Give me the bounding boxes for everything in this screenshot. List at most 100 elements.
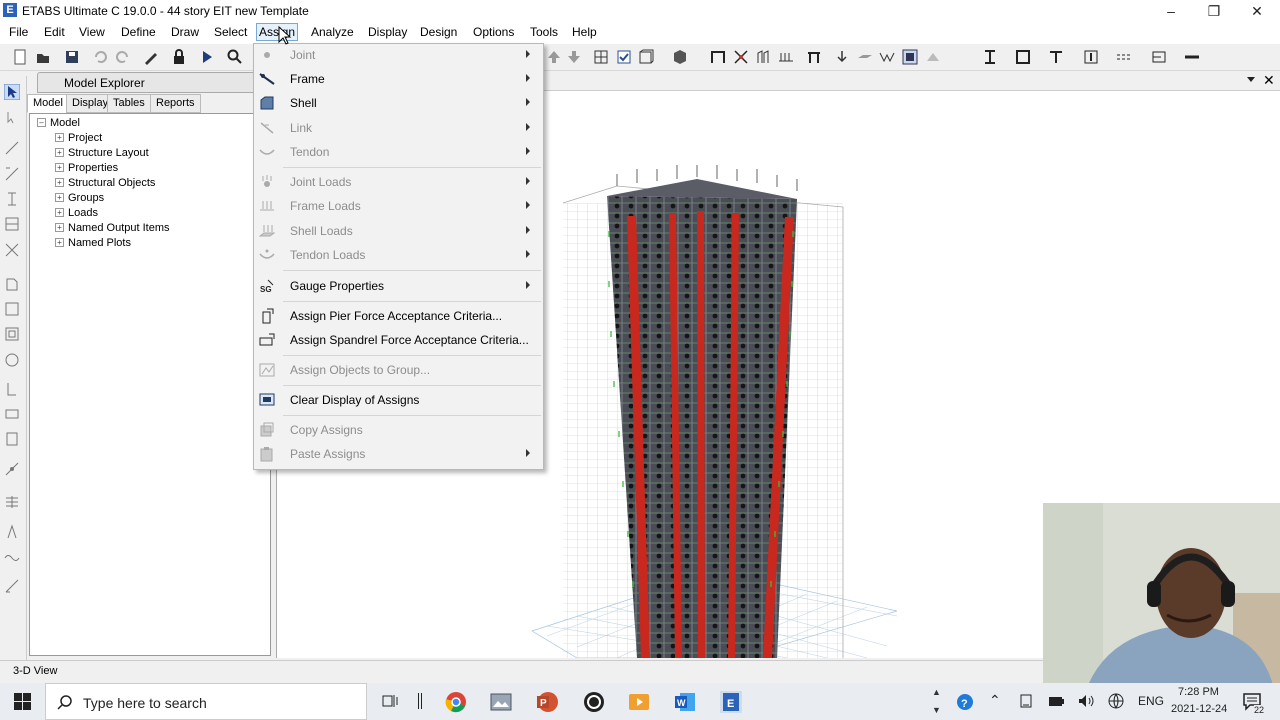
tree-item-structure-layout[interactable]: + Structure Layout <box>55 146 149 161</box>
menu-display[interactable]: Display <box>368 25 407 39</box>
menu-help[interactable]: Help <box>572 25 597 39</box>
windows-start-icon[interactable] <box>14 693 31 710</box>
grid-snap-icon[interactable] <box>593 49 609 65</box>
word-icon[interactable]: W <box>674 691 696 713</box>
restore-icon[interactable]: ❐ <box>1192 0 1236 22</box>
expand-icon[interactable]: + <box>55 238 64 247</box>
taskbar-search-box[interactable]: Type here to search <box>45 683 367 720</box>
draw-cross-brace-icon[interactable] <box>4 242 20 258</box>
tree-root[interactable]: – Model <box>37 116 80 131</box>
floor-icon[interactable] <box>778 49 794 65</box>
extrude-icon[interactable] <box>925 49 941 65</box>
brace-icon[interactable] <box>733 49 749 65</box>
reshape-icon[interactable] <box>4 110 20 126</box>
draw-beam-icon[interactable] <box>4 166 20 182</box>
language-indicator[interactable]: ENG <box>1138 694 1164 708</box>
menu-draw[interactable]: Draw <box>171 25 199 39</box>
tree-item-loads[interactable]: + Loads <box>55 206 98 221</box>
media-player-icon[interactable] <box>628 691 650 713</box>
load-arrow-icon[interactable] <box>834 49 850 65</box>
draw-circle-icon[interactable] <box>4 352 20 368</box>
menu-item-assign-objects-to-group[interactable]: Assign Objects to Group... <box>254 359 543 381</box>
menu-item-shell[interactable]: Shell <box>254 92 543 114</box>
tree-item-named-plots[interactable]: + Named Plots <box>55 236 131 251</box>
viewport-close-icon[interactable]: ✕ <box>1263 72 1275 89</box>
tree-item-project[interactable]: + Project <box>55 131 102 146</box>
draw-column-icon[interactable] <box>4 191 20 207</box>
draw-wave-icon[interactable] <box>4 550 20 566</box>
menu-item-paste-assigns[interactable]: Paste Assigns <box>254 443 543 465</box>
obs-icon[interactable] <box>583 691 605 713</box>
menu-define[interactable]: Define <box>121 25 156 39</box>
move-down-icon[interactable] <box>566 49 582 65</box>
menu-analyze[interactable]: Analyze <box>311 25 354 39</box>
draw-tendon-icon[interactable] <box>4 524 20 540</box>
menu-design[interactable]: Design <box>420 25 457 39</box>
menu-item-shell-loads[interactable]: Shell Loads <box>254 220 543 242</box>
pointer-icon[interactable] <box>4 84 20 100</box>
draw-link-icon[interactable] <box>4 461 20 477</box>
menu-file[interactable]: File <box>9 25 28 39</box>
menu-item-copy-assigns[interactable]: Copy Assigns <box>254 419 543 441</box>
menu-item-gauge-properties[interactable]: SG Gauge Properties <box>254 275 543 297</box>
menu-edit[interactable]: Edit <box>44 25 65 39</box>
task-view-icon[interactable] <box>382 693 398 709</box>
draw-pier-icon[interactable] <box>4 381 20 397</box>
minimize-icon[interactable]: – <box>1149 0 1193 22</box>
shell-section-icon[interactable] <box>1151 49 1167 65</box>
network-globe-icon[interactable] <box>1108 693 1124 709</box>
rect-section-icon[interactable] <box>1015 49 1031 65</box>
column-icon[interactable] <box>806 49 822 65</box>
draw-dimension-icon[interactable] <box>4 578 20 594</box>
clock-time[interactable]: 7:28 PM <box>1178 686 1219 698</box>
new-model-icon[interactable] <box>12 49 28 65</box>
deck-icon[interactable] <box>879 49 895 65</box>
slab-icon[interactable] <box>857 49 873 65</box>
tray-scroll-down-icon[interactable]: ▼ <box>932 705 941 715</box>
line-weight-icon[interactable] <box>1184 49 1200 65</box>
powerpoint-icon[interactable]: P <box>536 691 558 713</box>
device-icon[interactable] <box>1018 693 1034 709</box>
t-section-icon[interactable] <box>1048 49 1064 65</box>
draw-wall-icon[interactable] <box>4 301 20 317</box>
draw-opening-icon[interactable] <box>4 326 20 342</box>
menu-item-tendon[interactable]: Tendon <box>254 141 543 163</box>
frame-draw-icon[interactable] <box>710 49 726 65</box>
volume-icon[interactable] <box>1078 693 1094 709</box>
menu-item-frame-loads[interactable]: Frame Loads <box>254 195 543 217</box>
expand-icon[interactable]: + <box>55 163 64 172</box>
lock-icon[interactable] <box>171 49 187 65</box>
battery-icon[interactable] <box>1048 693 1064 709</box>
viewport-dropdown-icon[interactable] <box>1247 77 1255 82</box>
3d-view-icon[interactable] <box>672 49 688 65</box>
show-hidden-icons-icon[interactable]: ⌃ <box>989 692 1001 709</box>
expand-icon[interactable]: + <box>55 223 64 232</box>
clock-date[interactable]: 2021-12-24 <box>1171 703 1227 715</box>
menu-view[interactable]: View <box>79 25 105 39</box>
zoom-icon[interactable] <box>227 49 243 65</box>
draw-brace-icon[interactable] <box>4 216 20 232</box>
move-up-icon[interactable] <box>546 49 562 65</box>
draw-grid-icon[interactable] <box>4 431 20 447</box>
expand-icon[interactable]: + <box>55 148 64 157</box>
menu-item-clear-display-of-assigns[interactable]: Clear Display of Assigns <box>254 389 543 411</box>
redo-icon[interactable] <box>115 49 131 65</box>
wall-icon[interactable] <box>756 49 772 65</box>
menu-item-assign-spandrel-force[interactable]: Assign Spandrel Force Acceptance Criteri… <box>254 329 543 351</box>
draw-line-icon[interactable] <box>4 140 20 156</box>
tree-item-named-output-items[interactable]: + Named Output Items <box>55 221 170 236</box>
menu-item-joint-loads[interactable]: Joint Loads <box>254 171 543 193</box>
run-analysis-icon[interactable] <box>199 49 215 65</box>
tree-item-structural-objects[interactable]: + Structural Objects <box>55 176 155 191</box>
expand-icon[interactable]: + <box>55 133 64 142</box>
collapse-icon[interactable]: – <box>37 118 46 127</box>
tray-scroll-up-icon[interactable]: ▲ <box>932 687 941 697</box>
expand-icon[interactable]: + <box>55 178 64 187</box>
draw-spandrel-icon[interactable] <box>4 406 20 422</box>
menu-item-tendon-loads[interactable]: Tendon Loads <box>254 244 543 266</box>
tab-reports[interactable]: Reports <box>150 94 201 113</box>
view-box-icon[interactable] <box>638 49 654 65</box>
expand-icon[interactable]: + <box>55 193 64 202</box>
pencil-icon[interactable] <box>143 49 159 65</box>
menu-tools[interactable]: Tools <box>530 25 558 39</box>
